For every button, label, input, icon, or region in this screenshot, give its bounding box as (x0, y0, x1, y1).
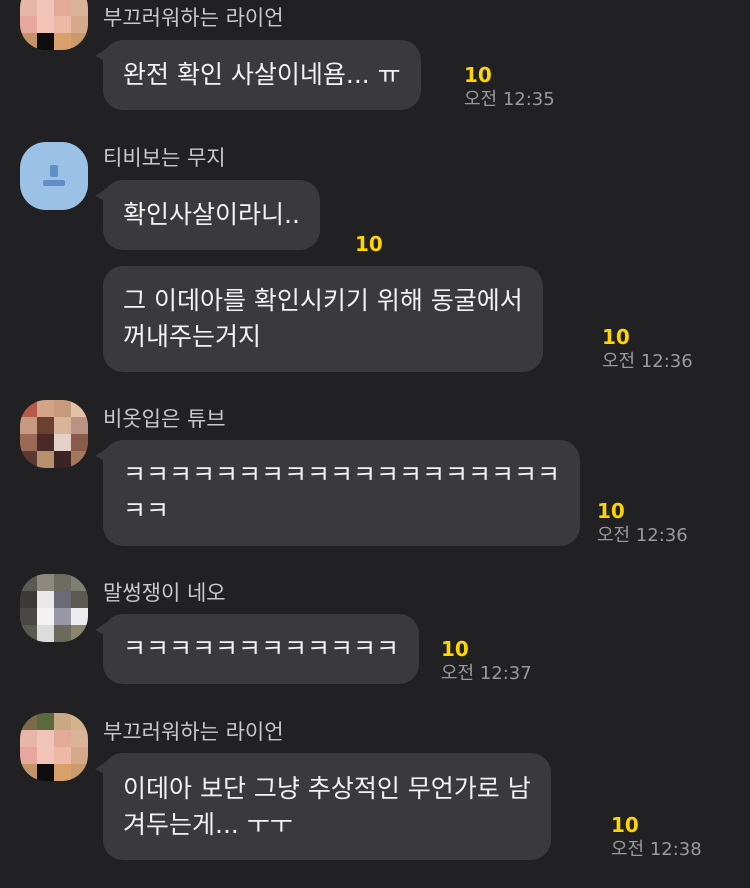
message-time: 오전 12:38 (611, 839, 702, 860)
sender-name: 티비보는 무지 (103, 146, 226, 170)
avatar-pixelated[interactable] (20, 574, 88, 642)
sender-name: 비옷입은 튜브 (103, 407, 226, 431)
unread-count: 10 (464, 63, 492, 87)
message-time: 오전 12:36 (597, 525, 688, 546)
message-meta: 10 오전 12:36 (602, 326, 693, 374)
message-time: 오전 12:37 (441, 663, 532, 684)
avatar-pixelated[interactable] (20, 0, 88, 50)
unread-count: 10 (355, 232, 383, 256)
avatar-muji[interactable] (20, 142, 88, 210)
message-bubble[interactable]: 확인사살이라니.. (95, 180, 320, 250)
message-bubble[interactable]: 그 이데아를 확인시키기 위해 동굴에서 꺼내주는거지 (103, 266, 543, 372)
message-meta: 10 오전 12:35 (464, 64, 555, 112)
message-time: 오전 12:36 (602, 351, 693, 372)
unread-count: 10 (611, 813, 639, 837)
message-time: 오전 12:35 (464, 89, 555, 110)
unread-count: 10 (597, 499, 625, 523)
unread-count: 10 (602, 325, 630, 349)
tv-icon (41, 163, 67, 189)
sender-name: 부끄러워하는 라이언 (103, 720, 284, 744)
message-meta: 10 (355, 233, 383, 255)
message-bubble[interactable]: 이데아 보단 그냥 추상적인 무언가로 남 겨두는게... ㅜㅜ (95, 753, 551, 860)
message-meta: 10 오전 12:36 (597, 500, 688, 548)
unread-count: 10 (441, 637, 469, 661)
sender-name: 부끄러워하는 라이언 (103, 6, 284, 30)
sender-name: 말썽쟁이 네오 (103, 581, 226, 605)
avatar-pixelated[interactable] (20, 400, 88, 468)
message-meta: 10 오전 12:37 (441, 638, 532, 686)
avatar-pixelated[interactable] (20, 713, 88, 781)
message-meta: 10 오전 12:38 (611, 814, 702, 862)
message-bubble[interactable]: 완전 확인 사살이네욤... ㅠ (95, 40, 421, 110)
message-bubble[interactable]: ㅋㅋㅋㅋㅋㅋㅋㅋㅋㅋㅋㅋㅋㅋㅋㅋㅋㅋㅋ ㅋㅋ (94, 440, 581, 546)
message-bubble[interactable]: ㅋㅋㅋㅋㅋㅋㅋㅋㅋㅋㅋㅋ (94, 614, 420, 684)
